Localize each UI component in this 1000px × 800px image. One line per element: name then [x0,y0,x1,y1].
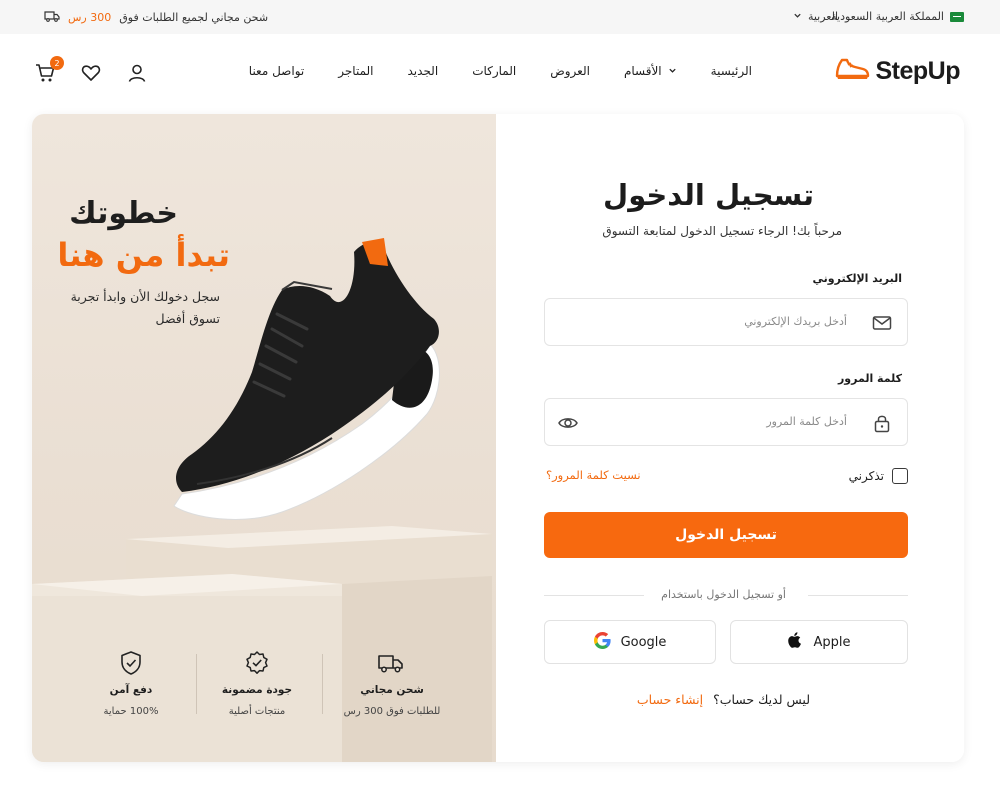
header-actions: 2 [34,56,148,84]
country-label: المملكة العربية السعودية [831,10,944,23]
nav-offers[interactable]: العروض [550,64,590,78]
google-label: Google [620,634,667,650]
shipping-amount: 300 رس [68,11,112,24]
language-label: العربية [807,10,838,23]
google-login-button[interactable]: Google [544,620,716,664]
nav-label: العروض [550,64,590,78]
saudi-flag-icon [950,11,964,22]
shipping-text: شحن مجاني لجميع الطلبات فوق [119,11,269,24]
chevron-down-icon [668,64,677,78]
account-button[interactable] [126,62,148,84]
login-button[interactable]: تسجيل الدخول [544,512,908,558]
create-account-link[interactable]: إنشاء حساب [637,692,703,707]
password-placeholder: أدخل كلمة المرور [766,415,847,428]
apple-icon [787,631,803,653]
feature-title: دفع آمن [109,684,153,696]
google-icon [593,631,611,653]
main-nav: الرئيسية الأقسام العروض الماركات الجديد … [249,64,752,78]
shoe-logo-icon [834,56,870,86]
eye-icon[interactable] [557,412,579,434]
apple-login-button[interactable]: Apple [730,620,908,664]
nav-label: الماركات [472,64,517,78]
country-selector[interactable]: المملكة العربية السعودية [831,10,964,23]
forgot-password-link[interactable]: نسيت كلمة المرور؟ [546,468,641,482]
nav-label: الجديد [407,64,439,78]
site-header: StepUp الرئيسية الأقسام العروض الماركات … [0,34,1000,114]
wishlist-button[interactable] [80,62,102,84]
login-title: تسجيل الدخول [603,178,814,212]
nav-new[interactable]: الجديد [408,64,439,78]
email-label: البريد الإلكتروني [812,272,902,285]
apple-label: Apple [813,634,851,650]
feature-divider [322,654,323,714]
or-divider: أو تسجيل الدخول باستخدام [544,588,908,602]
feature-title: جودة مضمونة [221,684,293,696]
cart-count-badge: 2 [50,56,64,70]
nav-label: الرئيسية [710,64,752,78]
divider-line [544,595,644,596]
logo[interactable]: StepUp [834,56,961,86]
lock-icon [871,412,893,434]
truck-icon [44,10,60,25]
signup-row: ليس لديك حساب؟ إنشاء حساب [637,692,810,707]
feature-subtitle: منتجات أصلية [228,706,286,717]
language-selector[interactable]: العربية [793,10,838,23]
envelope-icon [871,312,893,334]
login-card: خطوتك تبدأ من هنا سجل دخولك الأن وابدأ ت… [32,114,964,762]
feature-subtitle: للطلبات فوق 300 رس [343,706,441,717]
feature-free-shipping: شحن مجاني للطلبات فوق 300 رس [332,650,452,717]
nav-stores[interactable]: المتاجر [338,64,373,78]
nav-home[interactable]: الرئيسية [711,64,752,78]
nav-categories[interactable]: الأقسام [624,64,677,78]
login-subtitle: مرحباً بك! الرجاء تسجيل الدخول لمتابعة ا… [602,224,842,238]
hero-title-line2: تبدأ من هنا [57,236,230,274]
no-account-text: ليس لديك حساب؟ [713,692,810,707]
nav-brands[interactable]: الماركات [472,64,516,78]
nav-label: تواصل معنا [248,64,305,78]
shipping-notice: شحن مجاني لجميع الطلبات فوق 300 رس [44,10,268,25]
feature-subtitle: 100% حماية [103,706,159,717]
nav-label: المتاجر [338,64,374,78]
nav-contact[interactable]: تواصل معنا [249,64,304,78]
or-text: أو تسجيل الدخول باستخدام [661,588,786,601]
features-row: دفع آمن 100% حماية جودة مضمونة منتجات أص… [76,650,456,730]
email-field[interactable]: أدخل بريدك الإلكتروني [544,298,908,346]
feature-secure-payment: دفع آمن 100% حماية [76,650,186,717]
logo-text: StepUp [875,56,961,85]
feature-divider [196,654,197,714]
feature-title: شحن مجاني [360,684,424,696]
divider-line [808,595,908,596]
hero-title-line1: خطوتك [69,196,178,231]
cart-icon [34,64,56,88]
user-icon [126,64,148,88]
shield-check-icon [118,650,144,676]
password-label: كلمة المرور [837,372,902,385]
cart-button[interactable]: 2 [34,56,64,84]
login-form: تسجيل الدخول مرحباً بك! الرجاء تسجيل الد… [496,114,964,762]
quality-badge-icon [244,650,270,676]
heart-icon [80,65,102,88]
remember-label: تذكرني [848,469,884,483]
hero-panel: خطوتك تبدأ من هنا سجل دخولك الأن وابدأ ت… [32,114,496,762]
remember-checkbox[interactable] [892,468,908,484]
remember-me[interactable]: تذكرني [849,468,908,484]
password-field[interactable]: أدخل كلمة المرور [544,398,908,446]
nav-label: الأقسام [623,64,662,78]
top-bar: المملكة العربية السعودية العربية شحن مجا… [0,0,1000,34]
email-placeholder: أدخل بريدك الإلكتروني [744,315,847,328]
hero-subtitle: سجل دخولك الأن وابدأ تجربة تسوق أفضل [70,289,220,326]
truck-icon [378,650,405,676]
feature-quality: جودة مضمونة منتجات أصلية [202,650,312,717]
chevron-down-icon [793,11,802,23]
